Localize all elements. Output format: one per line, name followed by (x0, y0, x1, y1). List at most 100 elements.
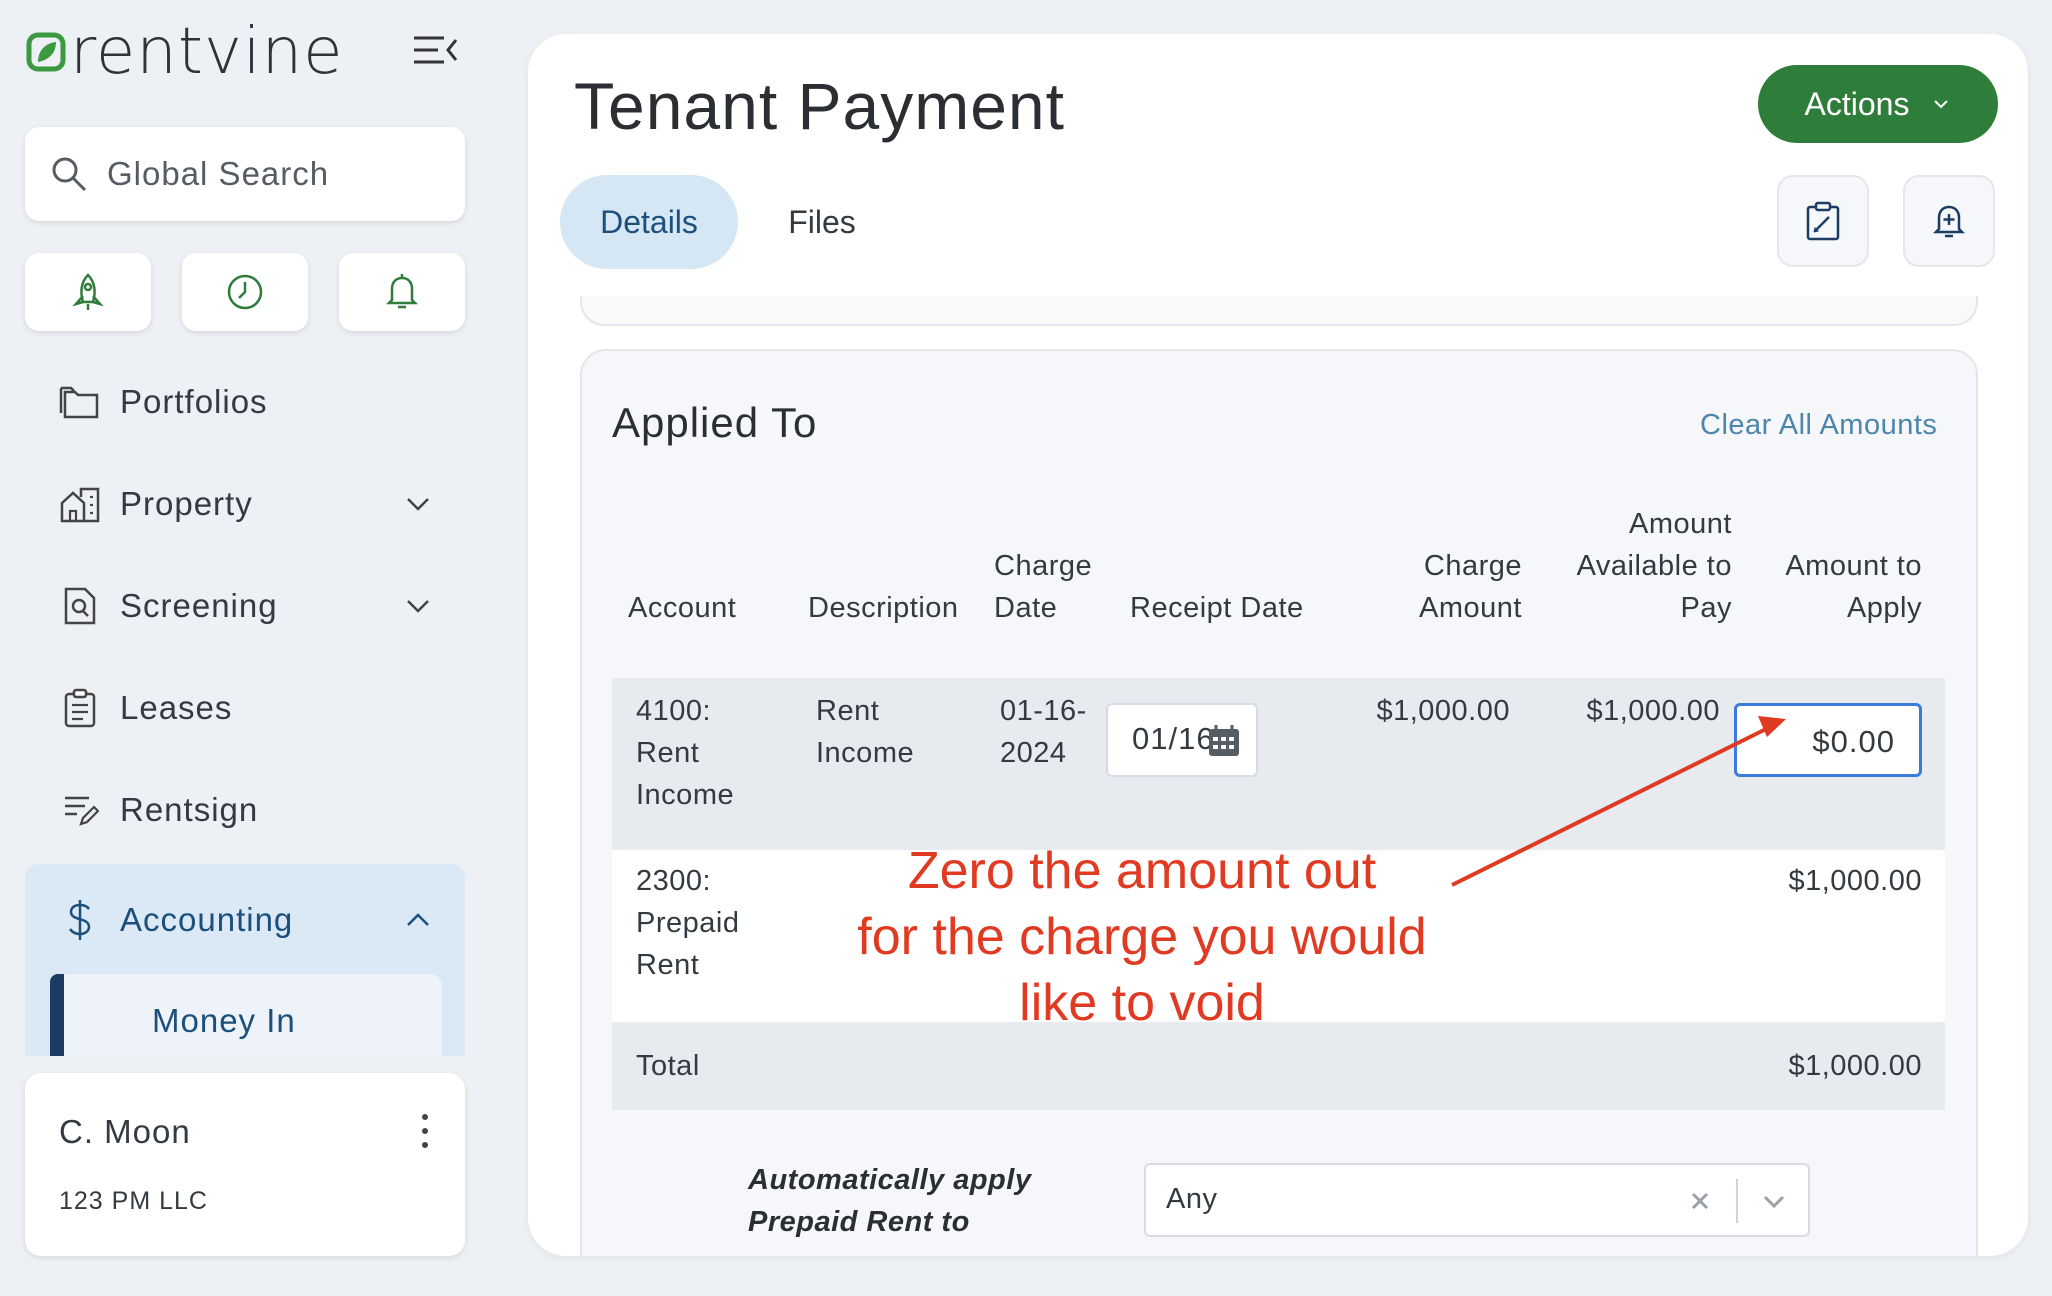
header-line: Charge (994, 550, 1093, 582)
chevron-down-icon[interactable] (1758, 1185, 1790, 1217)
cell-line: 2024 (1000, 737, 1067, 769)
edit-task-button[interactable] (1777, 175, 1869, 267)
search-input[interactable]: Global Search (107, 155, 329, 193)
folders-icon (58, 380, 102, 424)
annotation-text: Zero the amount out for the charge you w… (808, 838, 1476, 1036)
sidebar-item-property[interactable]: Property (58, 474, 438, 534)
cell-description: Rent Income (816, 690, 914, 774)
section-title: Applied To (612, 399, 818, 446)
sidebar-item-label: Screening (120, 587, 278, 624)
cell-line: Income (816, 737, 915, 769)
sidebar-subitem-label[interactable]: Money In (152, 1002, 296, 1040)
chevron-down-icon (1934, 100, 1949, 109)
cell-line: 01-16- (1000, 695, 1087, 727)
chevron-up-icon[interactable] (398, 900, 438, 940)
sidebar-item-label: Accounting (120, 901, 294, 938)
tab-files[interactable]: Files (760, 175, 884, 269)
logo-text: rentvine (70, 15, 344, 89)
rocket-icon (72, 273, 104, 310)
cell-account: 2300: Prepaid Rent (636, 860, 739, 986)
amount-to-apply-input[interactable]: $0.00 (1734, 703, 1922, 777)
chevron-down-icon[interactable] (398, 484, 438, 524)
amount-to-apply-value: $0.00 (1812, 724, 1895, 759)
column-header-charge-amount: Charge Amount (1322, 545, 1522, 629)
sidebar-item-portfolios[interactable]: Portfolios (58, 372, 438, 432)
sidebar-item-leases[interactable]: Leases (58, 678, 438, 738)
rentvine-logo[interactable]: rentvine (26, 15, 344, 89)
sidebar-item-label: Property (120, 485, 253, 522)
actions-button[interactable]: Actions (1758, 65, 1998, 143)
cell-charge-amount: $1,000.00 (1376, 695, 1510, 727)
page-title: Tenant Payment (574, 69, 1065, 143)
sidebar-item-screening[interactable]: Screening (58, 576, 438, 636)
global-search[interactable]: Global Search (25, 127, 465, 221)
total-label: Total (636, 1050, 700, 1082)
column-header-account: Account (628, 592, 737, 624)
collapse-sidebar-icon[interactable] (410, 28, 460, 72)
more-options-icon[interactable] (405, 1109, 445, 1153)
clock-icon (227, 274, 263, 310)
applied-to-section: Applied To Clear All Amounts Account Des… (580, 349, 1978, 1256)
header-line: Charge (1423, 550, 1522, 582)
actions-label: Actions (1804, 85, 1910, 122)
sign-icon (58, 788, 102, 832)
cell-line: 4100: (636, 695, 712, 727)
recent-button[interactable] (182, 253, 308, 331)
cell-line: Prepaid (636, 907, 740, 939)
cell-amount-to-apply: $1,000.00 (1788, 865, 1922, 897)
total-value: $1,000.00 (1788, 1050, 1922, 1082)
chevron-down-icon[interactable] (398, 586, 438, 626)
cell-charge-date: 01-16- 2024 (1000, 690, 1087, 774)
cell-line: 2300: (636, 865, 712, 897)
receipt-date-input[interactable]: 01/16 (1106, 703, 1258, 777)
header-line: Apply (1846, 592, 1922, 624)
bell-plus-icon (1932, 205, 1966, 238)
rocket-button[interactable] (25, 253, 151, 331)
auto-apply-label: Automatically apply Prepaid Rent to (748, 1159, 1031, 1243)
bell-icon (385, 274, 419, 309)
clipboard-edit-icon (1806, 201, 1840, 241)
sidebar-item-rentsign[interactable]: Rentsign (58, 780, 438, 840)
column-header-amount-to-apply: Amount to Apply (1712, 545, 1922, 629)
cell-line: Rent (816, 695, 880, 727)
sidebar-item-label: Rentsign (120, 791, 259, 828)
user-org: 123 PM LLC (59, 1187, 208, 1215)
select-value: Any (1166, 1183, 1218, 1215)
cell-line: Rent (636, 949, 700, 981)
user-card[interactable]: C. Moon 123 PM LLC (25, 1073, 465, 1256)
clear-icon[interactable] (1684, 1185, 1716, 1217)
user-name: C. Moon (59, 1113, 191, 1150)
column-header-description: Description (808, 592, 959, 624)
screening-icon (58, 584, 102, 628)
header-line: Amount (1419, 592, 1522, 624)
header-line: Amount (1629, 508, 1732, 540)
buildings-icon (58, 482, 102, 526)
previous-section (580, 296, 1978, 326)
receipt-date-value: 01/16 (1132, 721, 1215, 756)
search-icon (52, 157, 87, 192)
annotation-line: for the charge you would (857, 908, 1427, 966)
main-panel: Tenant Payment Actions Details Files App… (528, 34, 2028, 1256)
cell-account: 4100: Rent Income (636, 690, 734, 816)
add-reminder-button[interactable] (1903, 175, 1995, 267)
calendar-icon[interactable] (1206, 723, 1242, 759)
auto-apply-select[interactable]: Any (1144, 1163, 1810, 1237)
select-divider (1736, 1179, 1738, 1223)
cell-line: Rent (636, 737, 700, 769)
sidebar-item-label: Leases (120, 689, 233, 726)
clipboard-icon (58, 686, 102, 730)
annotation-line: like to void (1019, 974, 1265, 1032)
dollar-icon (58, 898, 102, 942)
sidebar-item-accounting[interactable]: Accounting (58, 890, 438, 950)
tab-details[interactable]: Details (560, 175, 738, 269)
cell-amount-available: $1,000.00 (1586, 695, 1720, 727)
notifications-button[interactable] (339, 253, 465, 331)
header-line: Available to (1576, 550, 1732, 582)
label-line: Prepaid Rent to (748, 1206, 970, 1238)
annotation-line: Zero the amount out (907, 842, 1377, 900)
active-indicator (50, 974, 64, 1056)
clear-all-amounts-link[interactable]: Clear All Amounts (1700, 409, 1937, 442)
header-line: Date (994, 592, 1058, 624)
cell-line: Income (636, 779, 735, 811)
column-header-receipt-date: Receipt Date (1130, 592, 1304, 624)
